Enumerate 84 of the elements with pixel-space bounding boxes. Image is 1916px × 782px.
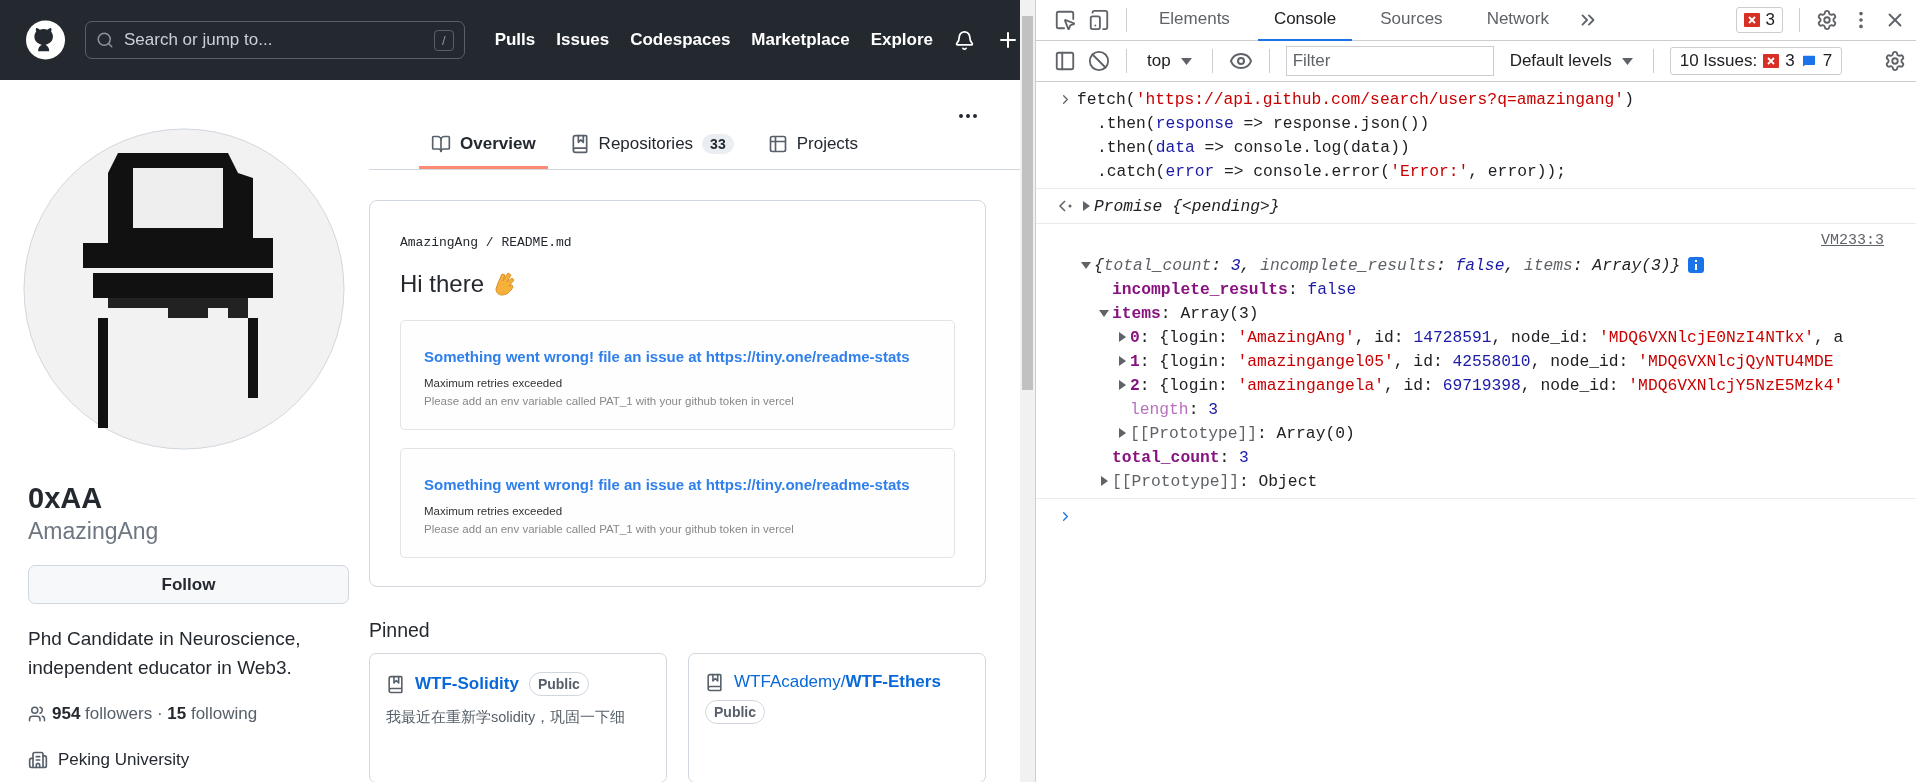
cat-logo-icon[interactable] (26, 19, 65, 61)
profile-tab[interactable]: Projects (755, 121, 871, 169)
error-icon (1743, 13, 1760, 27)
repo-icon (705, 672, 724, 692)
collapsed-triangle-icon[interactable] (1116, 355, 1128, 367)
console-object-line: total_count: 3 (1112, 447, 1249, 467)
error-count-button[interactable]: 3 (1735, 7, 1783, 33)
readme-path: AmazingAng / README.md (400, 235, 573, 250)
search-icon (96, 31, 114, 49)
issues-button[interactable]: 10 Issues: 3 7 (1669, 47, 1843, 75)
clear-console-icon[interactable] (1088, 50, 1110, 72)
filter-input[interactable]: Filter (1285, 46, 1494, 76)
console-object-line: length: 3 (1130, 399, 1218, 419)
repo-link[interactable]: WTFAcademy/WTF-Ethers (734, 672, 941, 692)
console-object-line: [[Prototype]]: Array(0) (1130, 423, 1355, 443)
sidebar-toggle-icon[interactable] (1054, 50, 1076, 72)
expanded-triangle-icon[interactable] (1098, 307, 1110, 319)
code-line: .then(data => console.log(data)) (1096, 137, 1410, 157)
profile-bio: Phd Candidate in Neuroscience, independent educator in Web3. (27, 627, 302, 680)
console-object-line: 0: {login: 'AmazingAng', id: 14728591, node_id: 'MDQ6VXNlcjE0NzI4NTkx', a (1130, 327, 1844, 347)
console-object-line: 2: {login: 'amazingangela', id: 69719398, node_id: 'MDQ6VXNlcjY5NzE5Mzk4' (1130, 375, 1844, 395)
devtools-tab[interactable]: Elements (1143, 0, 1246, 41)
search-field[interactable]: Search or jump to... / (85, 21, 465, 59)
collapsed-triangle-icon[interactable] (1116, 331, 1128, 343)
scrollbar[interactable] (1020, 0, 1035, 782)
device-toolbar-icon[interactable] (1088, 9, 1110, 31)
source-link[interactable]: VM233:3 (1036, 229, 1916, 253)
code-line: fetch('https://api.github.com/search/users?q=amazingang') (1077, 89, 1634, 109)
repo-icon (386, 674, 405, 694)
profile-name: 0xAA (27, 481, 104, 516)
console-object-line: {total_count: 3, incomplete_results: false, items: Array(3)} (1094, 255, 1681, 275)
notification-bell-icon[interactable] (954, 29, 975, 51)
console-object-line: 1: {login: 'amazingangel05', id: 42558010, node_id: 'MDQ6VXNlcjQyNTU4MDE (1130, 351, 1834, 371)
nav-link[interactable]: Issues (556, 30, 610, 50)
nav-link[interactable]: Pulls (494, 30, 536, 50)
settings-icon[interactable] (1816, 9, 1838, 31)
collapsed-triangle-icon[interactable] (1098, 475, 1110, 487)
error-icon (1763, 54, 1780, 68)
caret-icon (1621, 57, 1633, 65)
follower-stats[interactable]: 954 followers · 15 following (52, 704, 258, 724)
console-object-line: [[Prototype]]: Object (1112, 471, 1318, 491)
repo-description: 我最近在重新学solidity，巩固一下细 (386, 708, 627, 727)
console-object-line: incomplete_results: false (1112, 279, 1357, 299)
nav-link[interactable]: Codespaces (630, 30, 731, 50)
error-message: Maximum retries exceeded (424, 505, 564, 517)
settings-icon[interactable] (1884, 50, 1906, 72)
console-object-line: items: Array(3) (1112, 303, 1259, 323)
error-hint: Please add an env variable called PAT_1 with your github token in vercel (424, 395, 795, 407)
collapsed-triangle-icon[interactable] (1080, 200, 1092, 212)
count-badge: 33 (702, 133, 734, 154)
organization-name: Peking University (58, 750, 190, 770)
collapsed-triangle-icon[interactable] (1116, 427, 1128, 439)
people-icon (28, 705, 46, 723)
inspect-icon[interactable] (1054, 9, 1076, 31)
devtools-tab[interactable]: Network (1470, 0, 1565, 41)
keyboard-shortcut-hint: / (434, 29, 454, 51)
repo-link[interactable]: WTF-Solidity (415, 674, 519, 694)
devtools-tab[interactable]: Sources (1364, 0, 1459, 41)
code-line: .catch(error => console.error('Error:', error)); (1096, 161, 1567, 181)
log-levels-dropdown[interactable]: Default levels (1505, 51, 1637, 71)
error-hint: Please add an env variable called PAT_1 with your github token in vercel (424, 523, 795, 535)
waving-hand-icon (492, 271, 517, 297)
devtools-tab[interactable]: Console (1257, 0, 1353, 41)
section-heading: Pinned (369, 618, 431, 643)
nav-link[interactable]: Marketplace (751, 30, 850, 50)
console-result-line: Promise {<pending>} (1094, 196, 1280, 216)
nav-link[interactable]: Explore (870, 30, 933, 50)
readme-heading: Hi there (400, 270, 485, 298)
expanded-triangle-icon[interactable] (1080, 259, 1092, 271)
table-icon (767, 133, 788, 154)
error-link[interactable]: Something went wrong! file an issue at https://tiny.one/readme-stats (424, 348, 931, 365)
error-message: Maximum retries exceeded (424, 377, 564, 389)
follow-button[interactable]: Follow (28, 565, 349, 604)
context-dropdown[interactable]: top (1143, 51, 1196, 71)
profile-tab[interactable]: Overview (419, 121, 548, 169)
code-line: .then(response => response.json()) (1096, 113, 1430, 133)
message-icon (1800, 53, 1817, 69)
profile-tab[interactable]: Repositories 33 (557, 121, 746, 169)
caret-icon (1180, 57, 1192, 65)
book-icon (431, 133, 451, 154)
error-link[interactable]: Something went wrong! file an issue at https://tiny.one/readme-stats (424, 476, 931, 493)
building-icon (28, 750, 48, 770)
collapsed-triangle-icon[interactable] (1116, 379, 1128, 391)
profile-username: AmazingAng (27, 517, 160, 546)
